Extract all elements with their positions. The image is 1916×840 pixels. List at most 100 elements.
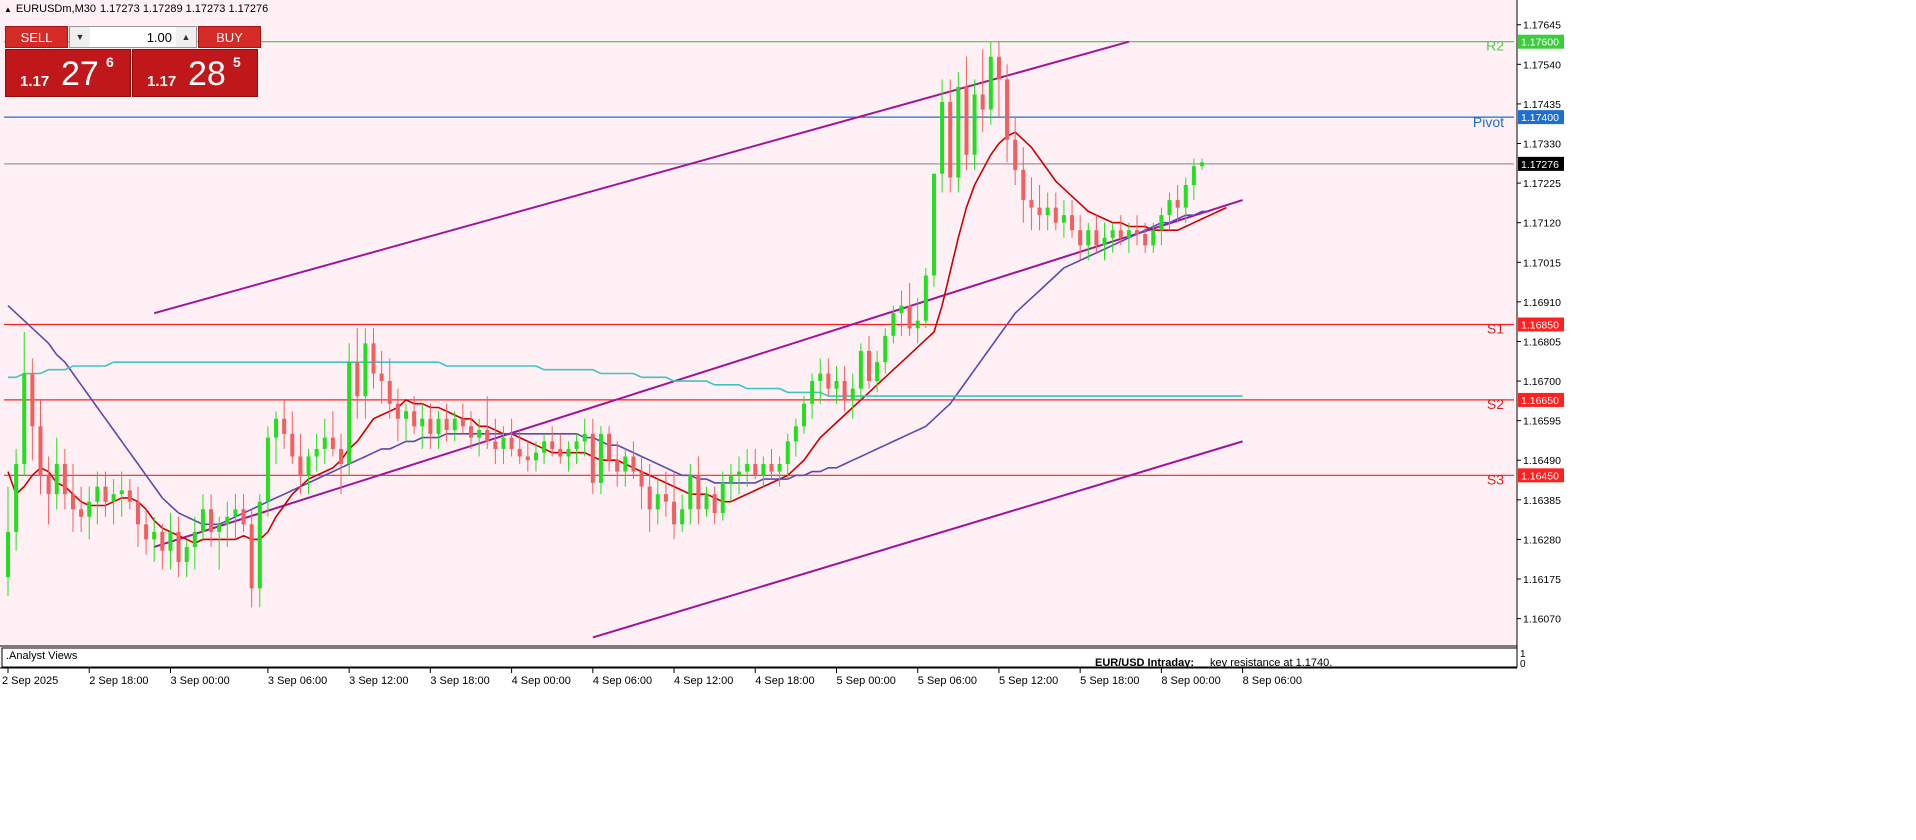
price-tick-label: 1.16490 [1523,455,1561,467]
lot-decrease-icon[interactable]: ▼ [70,27,90,47]
level-price-tag-label: 1.16650 [1521,395,1559,407]
price-tick-label: 1.17120 [1523,218,1561,230]
candle-body [6,531,10,578]
candle-body [1143,234,1148,246]
candle-body [144,524,149,540]
candle-body [412,411,417,427]
candle-body [915,320,920,329]
candle-body [160,531,165,551]
time-tick-label: 2 Sep 18:00 [89,675,148,687]
candle-body [1053,207,1058,223]
candle-body [590,433,595,483]
candle-body [387,381,392,404]
sell-price-pips: 27 [61,55,99,93]
candle-body [79,509,84,517]
lot-size-input[interactable] [90,29,176,45]
candle-body [899,305,904,314]
level-name-label: S1 [1487,321,1504,337]
price-chart[interactable]: R2PivotS1S2S3 1.176451.175401.174351.173… [0,0,1916,840]
candle-body [322,437,327,449]
candle-body [87,501,92,517]
candle-body [1183,184,1188,208]
candle-body [891,313,896,336]
time-axis-bg [0,668,1916,840]
candle-body [769,464,774,472]
candle-body [1135,230,1140,235]
candle-body [62,464,67,495]
buy-price-display[interactable]: 1.17 28 5 [132,49,258,97]
candle-body [249,524,254,589]
buy-price-pips: 28 [188,55,226,93]
candle-body [95,486,100,502]
candle-body [802,403,806,427]
time-tick-label: 5 Sep 18:00 [1080,675,1139,687]
candle-body [282,418,287,434]
candle-body [103,486,108,502]
candle-body [200,509,205,532]
price-tick-label: 1.16070 [1523,614,1561,626]
time-tick-label: 4 Sep 00:00 [512,675,571,687]
analyst-view-text: EUR/USD Intraday: key resistance at 1.174… [1095,657,1332,669]
candle-body [46,475,51,495]
candle-body [395,403,400,419]
candle-body [850,388,855,400]
price-tick-label: 1.16385 [1523,495,1561,507]
candle-body [663,494,668,502]
candle-body [371,343,376,374]
price-tick-label: 1.17435 [1523,99,1561,111]
candle-body [940,102,945,174]
candle-body [22,373,27,465]
lot-increase-icon[interactable]: ▲ [176,27,196,47]
time-tick-label: 8 Sep 06:00 [1243,675,1302,687]
candle-body [598,433,603,483]
price-tick-label: 1.17540 [1523,59,1561,71]
candle-body [728,475,733,483]
candle-body [980,94,985,110]
candle-body [265,437,270,502]
candle-body [330,437,335,449]
candle-body [956,86,961,178]
candle-body [493,441,498,449]
candle-body [1200,162,1204,167]
time-tick-label: 5 Sep 06:00 [918,675,977,687]
buy-button[interactable]: BUY [198,26,261,48]
candle-body [810,381,815,404]
level-price-tag-label: 1.17600 [1521,37,1559,49]
candle-body [501,437,506,449]
candle-body [1126,230,1131,238]
time-tick-label: 2 Sep 2025 [2,675,58,687]
candle-body [30,373,35,427]
time-axis: 2 Sep 2025 2 Sep 18:00 3 Sep 00:00 3 Sep 06… [0,667,1916,840]
candle-body [712,494,717,514]
sell-button[interactable]: SELL [5,26,68,48]
candle-body [704,494,709,510]
subpanel-axis-bottom: 0 [1520,659,1526,670]
candle-body [517,448,522,457]
price-tick-label: 1.16595 [1523,416,1561,428]
candle-body [639,471,644,487]
collapse-triangle-icon[interactable]: ▲ [4,5,12,14]
price-tick-label: 1.16175 [1523,574,1561,586]
price-tick-label: 1.17225 [1523,178,1561,190]
time-tick-label: 3 Sep 12:00 [349,675,408,687]
time-tick-label: 3 Sep 00:00 [170,675,229,687]
candle-body [1086,230,1091,246]
sell-price-fraction: 6 [106,54,114,70]
time-tick-label: 4 Sep 18:00 [755,675,814,687]
candle-body [672,501,677,525]
buy-price-prefix: 1.17 [147,73,177,90]
candle-body [988,56,993,110]
candle-body [452,418,457,431]
sell-price-display[interactable]: 1.17 27 6 [5,49,131,97]
candle-body [737,471,742,476]
candle-body [1102,237,1107,246]
candle-body [135,501,140,525]
candle-body [444,418,449,431]
candle-body [127,490,132,502]
candle-body [38,426,43,476]
candle-body [1118,230,1123,238]
candle-body [623,456,628,472]
candle-body [339,448,344,465]
candle-body [477,430,482,438]
candle-body [996,56,1001,80]
